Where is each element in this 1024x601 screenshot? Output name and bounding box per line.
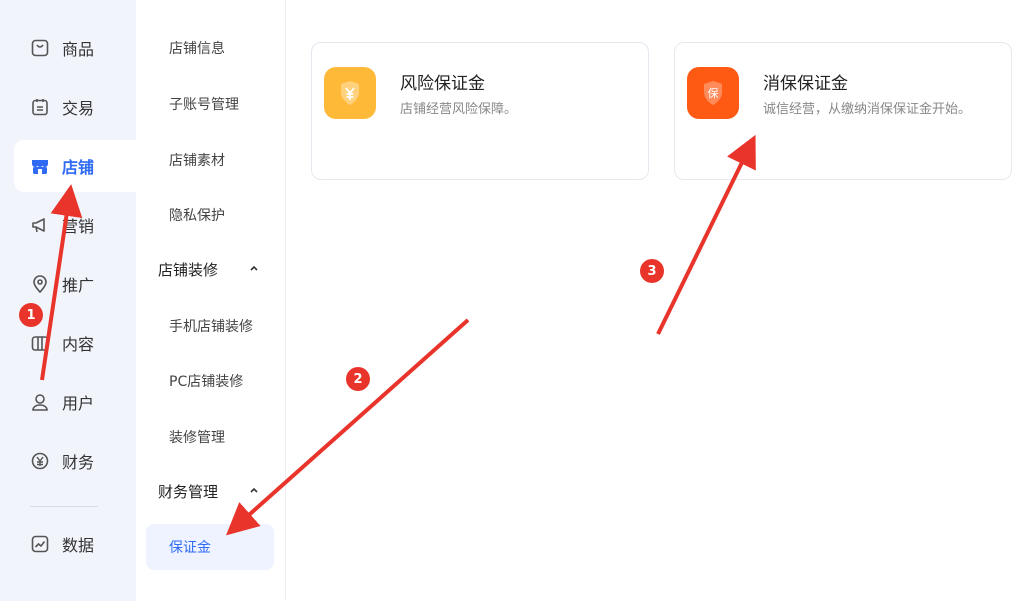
finance-icon (30, 451, 50, 471)
nav-item-label: 财务 (62, 453, 95, 472)
nav-item-label: 内容 (62, 335, 95, 354)
trade-icon (30, 97, 50, 117)
nav-item-label: 推广 (62, 276, 95, 295)
subnav-item-deposit[interactable]: 保证金 (146, 524, 274, 570)
subnav-item-shop-info[interactable]: 店铺信息 (146, 26, 274, 70)
card-title: 风险保证金 (400, 74, 485, 94)
subnav-item-mobile-decoration[interactable]: 手机店铺装修 (146, 304, 274, 348)
secondary-sidebar: 店铺信息 子账号管理 店铺素材 隐私保护 店铺装修 手机店铺装修 PC店铺装修 … (136, 0, 286, 601)
product-icon (30, 38, 50, 58)
nav-item-label: 营销 (62, 217, 95, 236)
nav-item-label: 店铺 (62, 158, 95, 177)
nav-item-trade[interactable]: 交易 (14, 81, 136, 133)
chevron-up-icon (248, 260, 260, 278)
shield-bao-icon: 保 (687, 67, 739, 119)
nav-item-label: 商品 (62, 40, 95, 59)
user-icon (30, 392, 50, 412)
subnav-group-label: 店铺装修 (158, 260, 219, 279)
nav-divider (30, 506, 98, 507)
subnav-item-decoration-manage[interactable]: 装修管理 (146, 415, 274, 459)
subnav-item-pc-decoration[interactable]: PC店铺装修 (146, 359, 274, 403)
shield-yen-icon (324, 67, 376, 119)
annotation-badge-1: 1 (19, 303, 43, 327)
consumer-deposit-card[interactable]: 保 消保保证金 诚信经营，从缴纳消保保证金开始。 (674, 42, 1012, 180)
nav-item-label: 用户 (62, 394, 95, 413)
nav-item-user[interactable]: 用户 (14, 376, 136, 428)
subnav-group-finance[interactable]: 财务管理 (146, 469, 274, 513)
chevron-up-icon (248, 482, 260, 500)
card-title: 消保保证金 (763, 74, 848, 94)
megaphone-icon (30, 215, 50, 235)
subnav-item-shop-assets[interactable]: 店铺素材 (146, 138, 274, 182)
chart-icon (30, 534, 50, 554)
primary-sidebar: 商品 交易 店铺 营销 推广 内容 用户 财务 数据 (0, 0, 136, 601)
content-icon (30, 333, 50, 353)
annotation-badge-2: 2 (346, 367, 370, 391)
location-icon (30, 274, 50, 294)
nav-item-data[interactable]: 数据 (14, 518, 136, 570)
nav-item-label: 交易 (62, 99, 95, 118)
nav-item-shop[interactable]: 店铺 (14, 140, 136, 192)
nav-item-product[interactable]: 商品 (14, 22, 136, 74)
card-description: 店铺经营风险保障。 (400, 102, 518, 117)
subnav-item-subaccount[interactable]: 子账号管理 (146, 82, 274, 126)
nav-item-marketing[interactable]: 营销 (14, 199, 136, 251)
subnav-group-decoration[interactable]: 店铺装修 (146, 247, 274, 291)
nav-item-label: 数据 (62, 536, 95, 555)
risk-deposit-card[interactable]: 风险保证金 店铺经营风险保障。 (311, 42, 649, 180)
shop-icon (30, 156, 50, 176)
nav-item-finance[interactable]: 财务 (14, 435, 136, 487)
annotation-badge-3: 3 (640, 259, 664, 283)
subnav-group-label: 财务管理 (158, 482, 219, 501)
subnav-item-privacy[interactable]: 隐私保护 (146, 193, 274, 237)
card-description: 诚信经营，从缴纳消保保证金开始。 (763, 102, 972, 117)
shield-icon-text: 保 (708, 86, 719, 100)
